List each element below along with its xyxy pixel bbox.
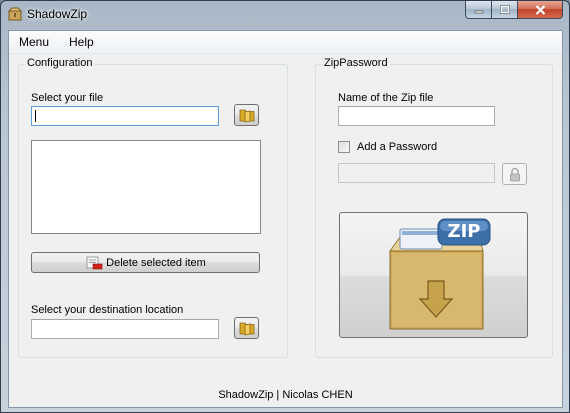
browse-destination-button[interactable] <box>234 317 259 339</box>
close-icon <box>535 4 545 15</box>
app-window: ShadowZip Menu Help Configuration Select… <box>0 0 570 413</box>
client-area: Menu Help Configuration Select your file <box>8 30 563 408</box>
zip-archive-icon <box>389 218 491 330</box>
footer-credit: ShadowZip | Nicolas CHEN <box>218 389 353 401</box>
maximize-icon <box>499 5 510 14</box>
configuration-group-title: Configuration <box>25 57 95 69</box>
browse-file-button[interactable] <box>234 104 259 126</box>
destination-input[interactable] <box>31 319 219 339</box>
destination-label: Select your destination location <box>31 304 184 316</box>
minimize-icon <box>474 10 483 13</box>
zip-password-group-title: ZipPassword <box>322 57 390 69</box>
close-button[interactable] <box>518 1 563 19</box>
file-list[interactable] <box>31 140 261 234</box>
text-caret <box>35 110 36 122</box>
folder-icon <box>239 109 254 123</box>
create-zip-button[interactable]: ZIP <box>339 212 528 338</box>
caption-buttons <box>465 1 563 20</box>
delete-selected-item-button[interactable]: Delete selected item <box>31 252 260 273</box>
minimize-button[interactable] <box>465 1 492 19</box>
select-file-label: Select your file <box>31 92 104 104</box>
zip-badge-text: ZIP <box>447 221 481 242</box>
delete-selected-item-label: Delete selected item <box>106 256 206 269</box>
menu-item-help[interactable]: Help <box>69 35 94 49</box>
menu-bar: Menu Help <box>9 31 562 54</box>
title-bar[interactable]: ShadowZip <box>1 1 569 29</box>
add-password-label[interactable]: Add a Password <box>357 141 437 153</box>
zip-name-input[interactable] <box>338 106 495 126</box>
maximize-button[interactable] <box>492 1 518 19</box>
lock-icon <box>509 167 520 181</box>
zip-box-icon <box>8 7 22 21</box>
add-password-checkbox[interactable] <box>338 141 350 153</box>
select-file-input[interactable] <box>31 106 219 126</box>
delete-list-icon <box>86 256 103 269</box>
window-title: ShadowZip <box>27 7 88 21</box>
password-input[interactable] <box>338 163 495 183</box>
zip-name-label: Name of the Zip file <box>338 92 434 104</box>
lock-button[interactable] <box>502 163 527 185</box>
menu-item-menu[interactable]: Menu <box>19 35 49 49</box>
folder-icon <box>239 322 254 336</box>
